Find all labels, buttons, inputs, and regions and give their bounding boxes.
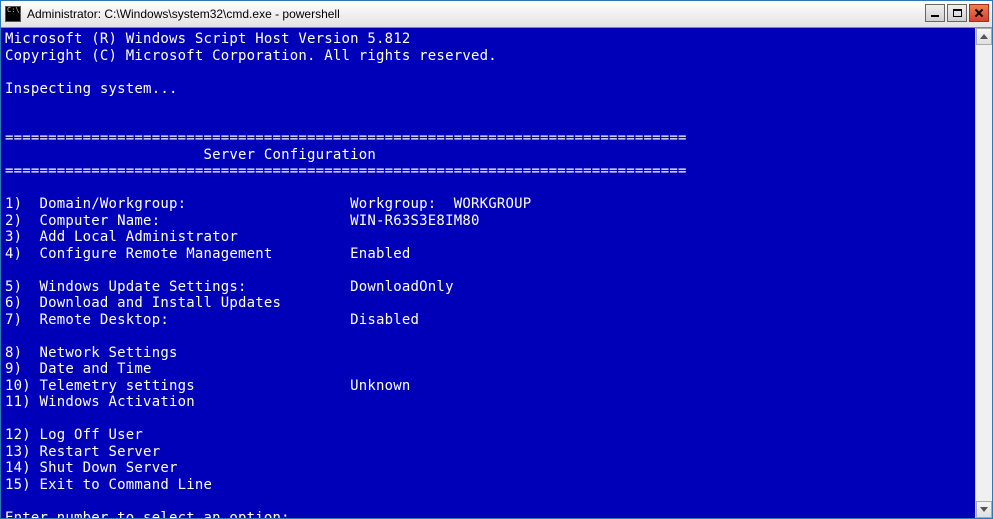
scroll-up-button[interactable] xyxy=(976,28,992,45)
vertical-scrollbar[interactable] xyxy=(975,28,992,518)
chevron-down-icon xyxy=(980,507,988,512)
close-button[interactable] xyxy=(969,4,989,22)
minimize-button[interactable] xyxy=(925,4,945,22)
cmd-icon xyxy=(5,6,21,22)
close-icon xyxy=(974,8,984,18)
terminal-wrapper: Microsoft (R) Windows Script Host Versio… xyxy=(1,28,992,518)
titlebar[interactable]: Administrator: C:\Windows\system32\cmd.e… xyxy=(1,1,992,28)
window-title: Administrator: C:\Windows\system32\cmd.e… xyxy=(27,7,925,21)
maximize-button[interactable] xyxy=(947,4,967,22)
minimize-icon xyxy=(931,15,939,17)
chevron-up-icon xyxy=(980,34,988,39)
cmd-window: Administrator: C:\Windows\system32\cmd.e… xyxy=(0,0,993,519)
scroll-down-button[interactable] xyxy=(976,501,992,518)
window-controls xyxy=(925,1,992,27)
terminal-output[interactable]: Microsoft (R) Windows Script Host Versio… xyxy=(1,28,975,518)
maximize-icon xyxy=(953,9,962,17)
scroll-track[interactable] xyxy=(976,45,992,501)
